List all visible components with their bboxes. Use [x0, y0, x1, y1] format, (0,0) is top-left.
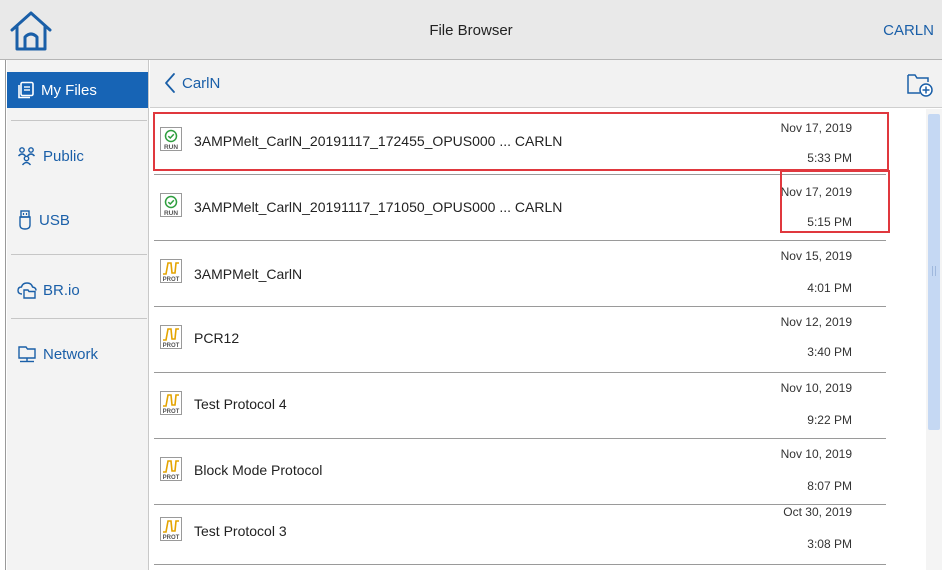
file-name: 3AMPMelt_CarlN: [194, 266, 303, 282]
protocol-file-icon: PROT: [160, 259, 182, 283]
file-date: Nov 10, 2019: [780, 447, 852, 461]
file-list: RUN 3AMPMelt_CarlN_20191117_172455_OPUS0…: [150, 109, 926, 570]
sidebar-item-label: Public: [43, 147, 84, 165]
file-time: 4:01 PM: [807, 281, 852, 295]
list-item[interactable]: PROT Test Protocol 3 Oct 30, 2019 3:08 P…: [150, 499, 926, 565]
svg-text:PROT: PROT: [163, 277, 180, 283]
svg-text:PROT: PROT: [163, 475, 180, 481]
file-time: 5:33 PM: [807, 151, 852, 165]
file-date: Nov 17, 2019: [780, 121, 852, 135]
sidebar-item-label: BR.io: [43, 281, 80, 299]
run-file-icon: RUN: [160, 193, 182, 217]
title-bar: File Browser CARLN: [0, 0, 942, 60]
usb-icon: [19, 210, 31, 230]
back-button[interactable]: CarlN: [164, 72, 220, 94]
file-time: 9:22 PM: [807, 413, 852, 427]
row-divider: [154, 564, 886, 565]
sidebar-divider: [11, 254, 147, 255]
list-item[interactable]: PROT Block Mode Protocol Nov 10, 2019 8:…: [150, 439, 926, 505]
network-icon: [18, 346, 36, 363]
list-item[interactable]: PROT 3AMPMelt_CarlN Nov 15, 2019 4:01 PM: [150, 241, 926, 307]
svg-text:RUN: RUN: [164, 144, 178, 151]
svg-text:PROT: PROT: [163, 535, 180, 541]
page-title: File Browser: [429, 22, 513, 39]
toolbar: CarlN: [150, 60, 942, 108]
protocol-file-icon: PROT: [160, 391, 182, 415]
chevron-left-icon: [165, 73, 175, 93]
sidebar-item-label: USB: [39, 211, 70, 229]
sidebar: My Files Public USB BR.io Network: [7, 60, 149, 570]
protocol-file-icon: PROT: [160, 325, 182, 349]
file-name: 3AMPMelt_CarlN_20191117_171050_OPUS000 .…: [194, 199, 563, 215]
sidebar-item-network[interactable]: Network: [7, 336, 148, 372]
new-folder-icon: [907, 74, 933, 97]
list-item[interactable]: RUN 3AMPMelt_CarlN_20191117_171050_OPUS0…: [150, 175, 926, 241]
protocol-file-icon: PROT: [160, 517, 182, 541]
file-name: Block Mode Protocol: [194, 462, 323, 478]
new-folder-button[interactable]: [906, 70, 934, 98]
file-name: PCR12: [194, 330, 240, 346]
run-file-icon: RUN: [160, 127, 182, 151]
svg-text:RUN: RUN: [164, 210, 178, 217]
sidebar-item-usb[interactable]: USB: [7, 202, 148, 238]
file-date: Nov 12, 2019: [780, 315, 852, 329]
file-time: 5:15 PM: [807, 215, 852, 229]
sidebar-item-my-files[interactable]: My Files: [7, 72, 148, 108]
svg-text:PROT: PROT: [163, 343, 180, 349]
list-item[interactable]: PROT PCR12 Nov 12, 2019 3:40 PM: [150, 307, 926, 373]
public-icon: [17, 147, 36, 166]
list-item[interactable]: PROT Test Protocol 4 Nov 10, 2019 9:22 P…: [150, 373, 926, 439]
sidebar-item-br-io[interactable]: BR.io: [7, 272, 148, 308]
protocol-file-icon: PROT: [160, 457, 182, 481]
file-name: Test Protocol 3: [194, 523, 287, 539]
sidebar-divider: [11, 318, 147, 319]
file-time: 8:07 PM: [807, 479, 852, 493]
sidebar-divider: [11, 120, 147, 121]
list-item[interactable]: RUN 3AMPMelt_CarlN_20191117_172455_OPUS0…: [150, 109, 926, 175]
file-date: Nov 17, 2019: [780, 185, 852, 199]
user-name[interactable]: CARLN: [883, 22, 934, 39]
file-date: Nov 10, 2019: [780, 381, 852, 395]
breadcrumb: CarlN: [182, 74, 221, 92]
file-name: 3AMPMelt_CarlN_20191117_172455_OPUS000 .…: [194, 133, 563, 149]
left-edge: [0, 60, 6, 570]
file-date: Oct 30, 2019: [783, 505, 852, 519]
sidebar-item-public[interactable]: Public: [7, 138, 148, 174]
file-date: Nov 15, 2019: [780, 249, 852, 263]
file-name: Test Protocol 4: [194, 396, 287, 412]
sidebar-item-label: My Files: [41, 81, 97, 99]
file-time: 3:08 PM: [807, 537, 852, 551]
my-files-icon: [18, 81, 34, 99]
scrollbar-grip-icon: [932, 266, 936, 276]
svg-text:PROT: PROT: [163, 409, 180, 415]
file-time: 3:40 PM: [807, 345, 852, 359]
cloud-folder-icon: [17, 282, 37, 299]
sidebar-item-label: Network: [43, 345, 99, 363]
